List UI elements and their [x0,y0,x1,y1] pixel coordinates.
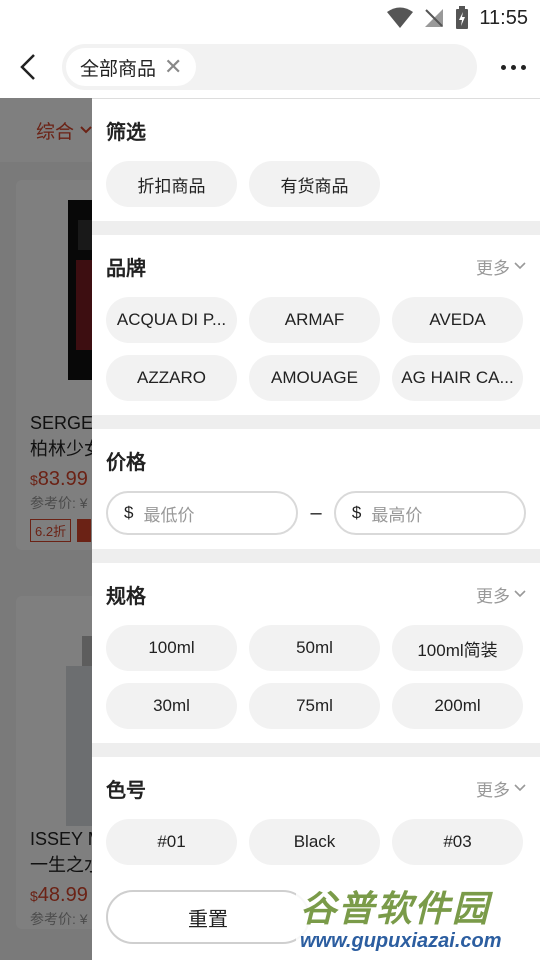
more-menu-button[interactable] [501,52,526,82]
spec-chip[interactable]: 75ml [249,683,380,729]
brand-chip[interactable]: AG HAIR CA... [392,355,523,401]
brand-title: 品牌 [106,257,146,280]
spec-chip[interactable]: 50ml [249,625,380,671]
brand-chip[interactable]: AMOUAGE [249,355,380,401]
battery-charging-icon [456,6,469,29]
chevron-down-icon [514,590,526,598]
back-button[interactable] [0,36,56,98]
currency-symbol: $ [124,503,134,522]
signal-off-icon [425,9,444,27]
dot-icon [511,64,516,70]
status-time: 11:55 [479,6,528,29]
min-price-placeholder: 最低价 [143,505,195,525]
max-price-input[interactable]: $ 最高价 [333,491,526,535]
dot-icon [521,64,526,70]
min-price-input[interactable]: $ 最低价 [106,491,299,535]
brand-more-button[interactable]: 更多 [476,254,526,279]
spec-chip[interactable]: 100ml [106,625,237,671]
reset-button[interactable]: 重置 [106,890,310,944]
shade-chip[interactable]: #01 [106,819,237,865]
price-section: 价格 $ 最低价 – $ 最高价 [92,429,540,549]
shade-section: 色号 更多 #01 Black #03 [92,757,540,879]
watermark-title: 谷普软件园 [300,888,491,929]
spec-more-button[interactable]: 更多 [476,582,526,607]
dot-icon [501,64,506,70]
filter-discount-chip[interactable]: 折扣商品 [106,161,237,207]
spec-chip[interactable]: 200ml [392,683,523,729]
top-bar: 全部商品 ✕ [0,36,540,98]
filter-title: 筛选 [106,121,146,144]
shade-chip[interactable]: Black [249,819,380,865]
status-bar: 11:55 [0,0,540,36]
watermark-url: www.gupuxiazai.com [300,930,502,952]
brand-section: 品牌 更多 ACQUA DI P... ARMAF AVEDA AZZARO A… [92,235,540,415]
spec-chip[interactable]: 100ml简装 [392,625,523,671]
search-bar[interactable]: 全部商品 ✕ [62,44,477,90]
shade-more-button[interactable]: 更多 [476,776,526,801]
shade-chip[interactable]: #03 [392,819,523,865]
currency-symbol: $ [351,503,362,522]
chevron-down-icon [514,262,526,270]
watermark-logo: 谷普软件园 www.gupuxiazai.com [296,874,540,960]
filter-instock-chip[interactable]: 有货商品 [249,161,380,207]
brand-chip[interactable]: AVEDA [392,297,523,343]
chevron-down-icon [514,784,526,792]
brand-chip[interactable]: ACQUA DI P... [106,297,237,343]
search-keyword-label: 全部商品 [80,58,157,80]
spec-section: 规格 更多 100ml 50ml 100ml简装 30ml 75ml 200ml [92,563,540,743]
shade-title: 色号 [106,779,146,802]
max-price-placeholder: 最高价 [371,505,423,525]
price-title: 价格 [106,451,146,474]
search-keyword-chip[interactable]: 全部商品 ✕ [66,48,197,86]
brand-chip[interactable]: ARMAF [249,297,380,343]
spec-chip[interactable]: 30ml [106,683,237,729]
brand-chip[interactable]: AZZARO [106,355,237,401]
close-icon[interactable]: ✕ [164,56,182,78]
spec-title: 规格 [106,585,146,608]
chevron-left-icon [20,54,35,80]
wifi-icon [387,7,414,28]
filter-section: 筛选 折扣商品 有货商品 [92,99,540,221]
price-range-dash: – [310,501,322,524]
filter-drawer: 筛选 折扣商品 有货商品 品牌 更多 ACQUA DI P... ARMAF A… [92,98,540,960]
